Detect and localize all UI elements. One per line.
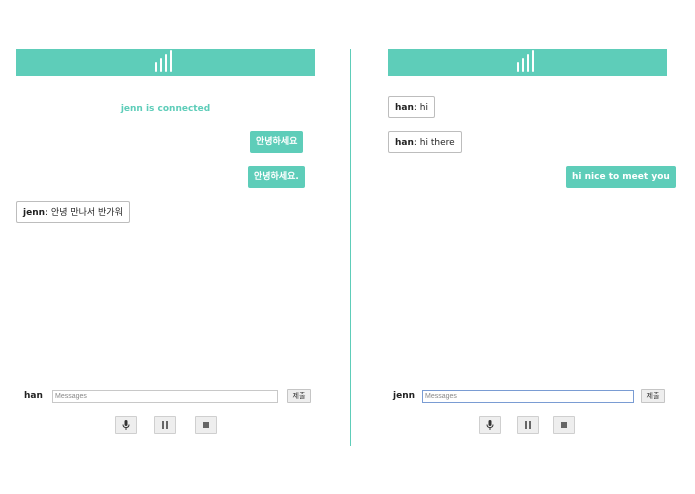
message-input[interactable]: Messages xyxy=(422,390,634,403)
message-bubble-received: han: hi there xyxy=(388,131,462,153)
chat-panel-jenn: han: hi han: hi there hi nice to meet yo… xyxy=(388,49,676,439)
username-label: han xyxy=(24,391,43,401)
logo-icon xyxy=(516,50,541,74)
record-button[interactable] xyxy=(115,416,137,434)
stop-icon xyxy=(203,422,209,428)
pause-button[interactable] xyxy=(154,416,176,434)
stop-button[interactable] xyxy=(195,416,217,434)
logo-icon xyxy=(154,50,179,74)
connection-status: jenn is connected xyxy=(120,104,211,114)
message-bubble-sent: 안녕하세요 xyxy=(250,131,304,153)
app-header xyxy=(388,49,667,76)
stop-button[interactable] xyxy=(553,416,575,434)
message-text: : hi xyxy=(413,103,428,113)
stop-icon xyxy=(561,422,567,428)
app-header xyxy=(16,49,315,76)
submit-button[interactable]: 제출 xyxy=(287,389,311,403)
chat-panel-han: jenn is connected 안녕하세요 안녕하세요. jenn: 안녕 … xyxy=(16,49,315,439)
message-sender: han xyxy=(395,138,414,148)
message-text: : hi there xyxy=(413,138,455,148)
message-bubble-sent: hi nice to meet you xyxy=(566,166,676,188)
message-bubble-received: han: hi xyxy=(388,96,435,118)
pause-icon xyxy=(525,421,531,429)
username-label: jenn xyxy=(393,391,416,401)
message-sender: han xyxy=(395,103,414,113)
panel-divider xyxy=(350,49,351,446)
pause-button[interactable] xyxy=(517,416,539,434)
microphone-icon xyxy=(486,420,494,430)
message-sender: jenn xyxy=(23,208,46,218)
record-button[interactable] xyxy=(479,416,501,434)
message-bubble-sent: 안녕하세요. xyxy=(248,166,305,188)
message-text: : 안녕 만나서 반가워 xyxy=(45,208,123,218)
message-input[interactable]: Messages xyxy=(52,390,278,403)
microphone-icon xyxy=(122,420,130,430)
message-bubble-received: jenn: 안녕 만나서 반가워 xyxy=(16,201,130,223)
submit-button[interactable]: 제출 xyxy=(641,389,665,403)
pause-icon xyxy=(162,421,168,429)
